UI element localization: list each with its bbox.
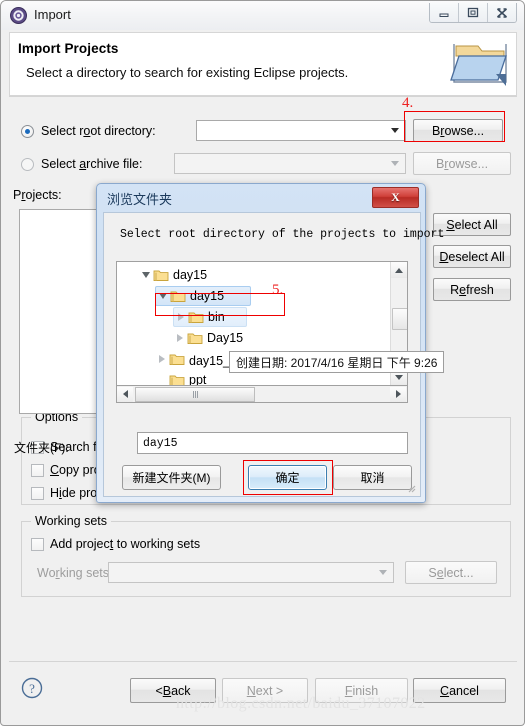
tree-row[interactable]: day15 [155, 286, 251, 306]
tree-row[interactable]: ppt [169, 370, 207, 386]
browse-dialog-titlebar: 浏览文件夹 X [97, 184, 425, 211]
svg-text:?: ? [29, 681, 35, 696]
tree-item-label: day15 [173, 268, 208, 282]
tree-item-label: bin [208, 310, 225, 324]
tree-row[interactable]: Day15 [173, 328, 243, 348]
add-project-to-working-sets-row[interactable]: Add project to working sets [31, 537, 200, 551]
tree-item-label: Day15 [207, 331, 244, 345]
watermark: http://blog.csdn.net/baidu_37107022 [176, 695, 426, 712]
option-hide-existing-checkbox[interactable] [31, 486, 44, 500]
annotation-5: 5. [272, 282, 284, 298]
minimize-button[interactable] [430, 3, 459, 22]
working-sets-select-label: Working sets: [37, 566, 113, 580]
expander-closed-icon[interactable] [173, 334, 187, 342]
root-directory-combo[interactable] [196, 120, 406, 141]
folder-icon [153, 268, 169, 282]
expander-closed-icon[interactable] [155, 355, 169, 363]
close-button[interactable] [488, 3, 516, 22]
add-project-to-working-sets-checkbox[interactable] [31, 537, 44, 551]
archive-browse-button: Br owse... [413, 152, 511, 175]
working-sets-combo [108, 562, 394, 583]
select-archive-file-radio-row[interactable]: Select archive file: [21, 154, 142, 174]
tree-row[interactable]: day15 [139, 265, 207, 285]
cancel-button[interactable]: Cancel [413, 678, 506, 703]
folder-name-label: 文件夹(F): [14, 441, 69, 455]
select-all-button[interactable]: Select All [433, 213, 511, 236]
folder-date-tooltip: 创建日期: 2017/4/16 星期日 下午 9:26 [229, 351, 445, 373]
browse-for-folder-dialog: 浏览文件夹 X Select root directory of the pro… [96, 183, 444, 503]
option-copy-projects-label: Copy pro [50, 463, 101, 477]
projects-label: Projects: [13, 188, 62, 202]
working-sets-legend: Working sets [31, 514, 112, 528]
footer-divider [9, 661, 517, 662]
tree-item-label: ppt [189, 373, 207, 386]
page-title: Import Projects [18, 41, 119, 56]
folder-icon [169, 373, 185, 385]
folder-name-input[interactable]: day15 [137, 432, 408, 454]
eclipse-import-icon [10, 7, 27, 24]
root-directory-browse-button[interactable]: Br owse... [413, 119, 503, 142]
option-copy-projects-checkbox[interactable] [31, 463, 44, 477]
chevron-down-icon-archive [387, 154, 402, 173]
select-root-directory-radio-row[interactable]: Select root directory: [21, 121, 156, 141]
select-archive-file-radio[interactable] [21, 157, 34, 171]
folder-icon [187, 331, 203, 345]
add-project-to-working-sets-label: Add project to working sets [50, 537, 201, 551]
archive-file-combo [174, 153, 406, 174]
annotation-4: 4. [402, 95, 414, 111]
import-folder-icon [448, 36, 510, 94]
refresh-button[interactable]: Re fresh [433, 278, 511, 301]
select-archive-file-label: Select archive file: [41, 157, 143, 171]
tree-horizontal-scrollbar[interactable] [116, 386, 408, 403]
folder-icon [188, 310, 204, 324]
wizard-header: Import Projects Select a directory to se… [9, 32, 517, 96]
browse-dialog-prompt: Select root directory of the projects to… [120, 228, 445, 241]
chevron-down-icon[interactable] [387, 121, 402, 140]
browse-cancel-button[interactable]: 取消 [333, 465, 412, 490]
hscrollbar-thumb[interactable] [135, 386, 255, 402]
chevron-down-icon-working-sets [375, 563, 390, 582]
working-sets-select-button: Se lect... [405, 561, 497, 584]
browse-dialog-title: 浏览文件夹 [107, 192, 173, 207]
scroll-up-button[interactable] [391, 262, 407, 278]
window-controls [429, 3, 517, 23]
select-root-directory-radio[interactable] [21, 124, 34, 138]
folder-icon [169, 352, 185, 366]
option-hide-existing-row[interactable]: Hide proj [31, 486, 100, 500]
option-copy-projects-row[interactable]: Copy pro [31, 463, 101, 477]
maximize-button[interactable] [459, 3, 488, 22]
browse-dialog-close-button[interactable]: X [372, 187, 419, 208]
expander-open-icon[interactable] [156, 293, 170, 299]
close-icon: X [391, 190, 400, 204]
expander-open-icon[interactable] [139, 272, 153, 278]
tree-row[interactable]: bin [173, 307, 247, 327]
working-sets-group: Working sets [21, 514, 511, 597]
deselect-all-button[interactable]: Deselect All [433, 245, 511, 268]
window-title: Import [34, 7, 71, 22]
ok-button[interactable]: 确定 [248, 465, 327, 490]
window-titlebar: Import [1, 1, 524, 30]
expander-closed-icon[interactable] [174, 313, 188, 321]
scrollbar-thumb [392, 308, 407, 330]
page-subtitle: Select a directory to search for existin… [26, 65, 349, 80]
scroll-left-button[interactable] [117, 386, 133, 402]
scroll-right-button[interactable] [390, 386, 406, 402]
select-root-directory-label: Select root directory: [41, 124, 156, 138]
option-hide-existing-label: Hide proj [50, 486, 101, 500]
new-folder-button[interactable]: 新建文件夹(M) [122, 465, 221, 490]
tree-item-label: day15 [190, 289, 225, 303]
help-icon[interactable]: ? [21, 677, 43, 702]
folder-icon [170, 289, 186, 303]
